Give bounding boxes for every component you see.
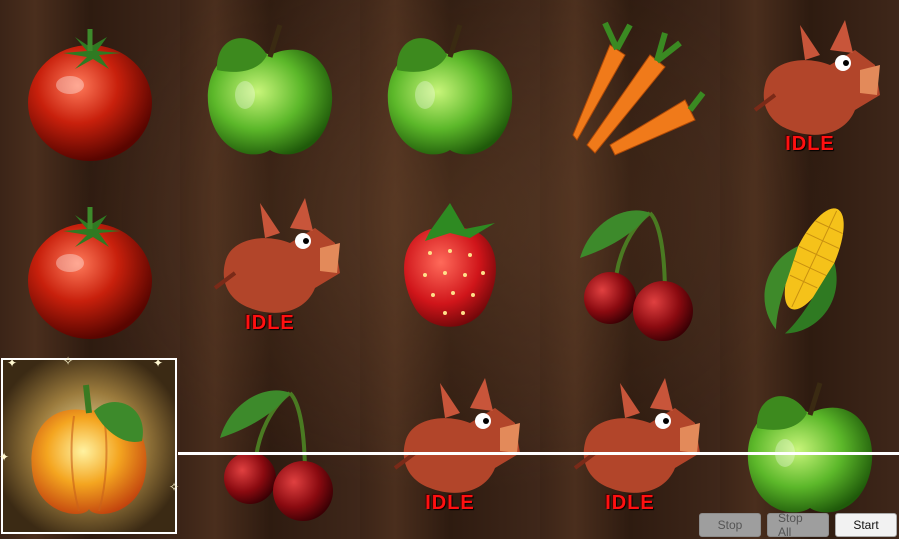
strawberry-icon [404,203,496,327]
reel-cell: IDLE [360,358,540,538]
idle-label: IDLE [785,133,835,155]
reel-cell: IDLE [180,178,360,358]
idle-label: IDLE [425,492,475,514]
sparkle-icon: ✦ [0,450,10,464]
winning-cell-highlight: ✦ ✧ ✦ ✧ ✦ [0,354,180,534]
green-apple-icon [387,24,513,155]
stop-all-button[interactable]: Stop All [767,511,829,539]
reel-cell: IDLE [720,0,899,180]
sparkle-icon: ✧ [63,354,74,368]
idle-label: IDLE [245,312,295,334]
reel-cell: IDLE [540,358,720,538]
bell-pepper-icon [31,384,147,514]
start-button[interactable]: Start [835,513,897,537]
reel-cell [0,0,180,180]
cherries-icon [220,390,333,521]
payline [178,452,899,455]
reel-cell [720,178,899,358]
tomato-icon [28,29,152,161]
sparkle-icon: ✦ [7,356,18,370]
reel-cell [180,0,360,180]
tomato-icon [28,207,152,339]
reel-cell [360,0,540,180]
corn-icon [764,208,844,334]
reel-cell [360,178,540,358]
idle-label: IDLE [605,492,655,514]
cherries-icon [580,210,693,341]
carrots-icon [572,21,706,156]
green-apple-icon [747,382,873,513]
green-apple-icon [207,24,333,155]
reel-cell [540,178,720,358]
sparkle-icon: ✦ [153,356,164,370]
stop-button[interactable]: Stop [699,513,761,537]
reel-cell [0,178,180,358]
reel-cell [180,358,360,538]
reel-cell [540,0,720,180]
slot-board: IDLE IDLE ✦ ✧ ✦ ✧ ✦ IDLE IDLE [0,0,899,539]
control-bar: Stop Stop All Start [699,511,897,539]
sparkle-icon: ✧ [169,480,180,494]
